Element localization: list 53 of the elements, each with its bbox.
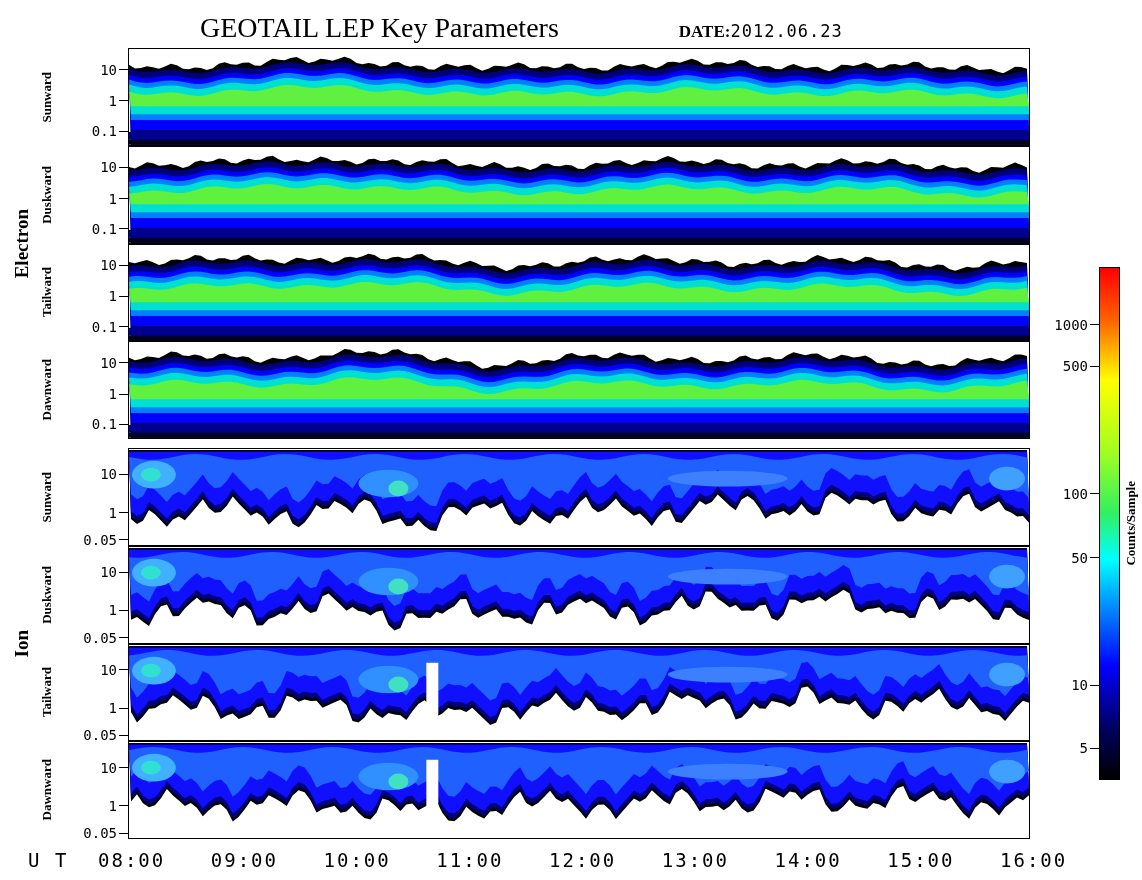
y-tick-label: 0.05 [83,727,128,744]
y-tick-label: 1 [108,288,128,305]
colorbar-tick-label: 5 [1079,740,1099,757]
y-tick-label: 0.05 [83,629,128,646]
y-tick-label: 1 [108,386,128,403]
x-tick-label: 16:00 [1000,849,1068,871]
colorbar-tick-label: 1000 [1054,316,1099,333]
y-tick-label: 1 [108,797,128,814]
x-tick-label: 10:00 [323,849,391,871]
group-label: Ion [11,629,33,658]
colorbar-tick-label: 500 [1062,358,1099,374]
direction-label: Dawnward [39,359,55,421]
direction-label: Tailward [39,267,55,318]
x-axis-label: U T [28,849,69,871]
y-tick-label: 10 [100,257,128,273]
direction-label: Duskward [39,165,55,224]
direction-label: Duskward [39,565,55,624]
y-tick-label: 0.1 [91,416,128,433]
direction-label: Tailward [39,667,55,718]
colorbar-tick-label: 10 [1071,677,1099,694]
y-tick-label: 1 [108,602,128,619]
y-tick-label: 10 [100,564,128,581]
y-tick-label: 0.05 [83,531,128,548]
x-tick-label: 11:00 [436,849,504,871]
y-tick-label: 10 [100,159,128,176]
date-label: DATE:2012.06.23 [678,21,843,42]
y-tick-label: 10 [100,354,128,371]
y-tick-label: 1 [108,504,128,521]
direction-label: Sunward [39,71,55,123]
x-tick-label: 15:00 [887,849,955,871]
group-label: Electron [11,208,33,279]
y-tick-label: 0.1 [91,220,128,237]
colorbar-tick-label: 50 [1071,549,1099,566]
y-tick-label: 1 [108,92,128,109]
x-tick-label: 12:00 [549,849,617,871]
y-tick-label: 0.1 [91,318,128,335]
x-tick-label: 09:00 [210,849,278,871]
y-tick-label: 0.1 [91,123,128,140]
y-tick-label: 1 [108,700,128,716]
y-tick-label: 10 [100,661,128,678]
x-tick-label: 08:00 [98,849,166,871]
colorbar-tick-label: 100 [1062,485,1099,502]
colorbar-label: Counts/Sample [1123,481,1139,566]
x-tick-label: 13:00 [661,849,729,871]
y-tick-label: 0.05 [83,825,128,842]
y-tick-label: 10 [100,61,128,78]
chart-title: GEOTAIL LEP Key Parameters [200,12,559,44]
y-tick-label: 10 [100,759,128,776]
x-tick-label: 14:00 [774,849,842,871]
y-tick-label: 1 [108,190,128,207]
y-tick-label: 10 [100,466,128,483]
direction-label: Dawnward [39,759,55,821]
direction-label: Sunward [39,471,55,523]
